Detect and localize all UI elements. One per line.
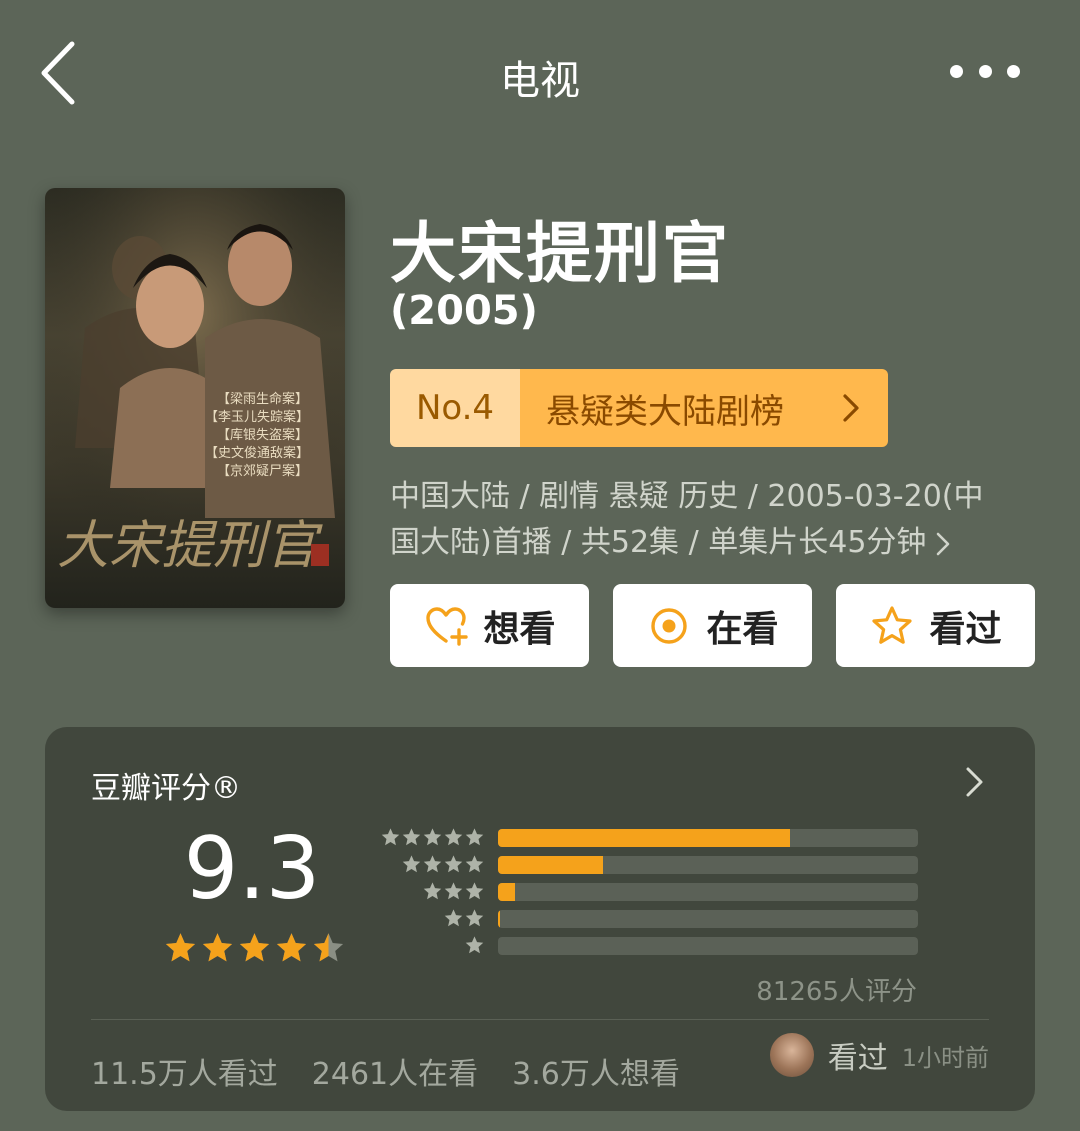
distribution-row	[375, 852, 935, 879]
distribution-bar-fill	[498, 883, 515, 901]
poster-artwork: 【梁雨生命案】 【李玉儿失踪案】 【库银失盗案】 【史文俊通敌案】 【京郊疑尸案…	[45, 188, 345, 608]
recent-activity[interactable]: 看过 1小时前	[769, 1033, 989, 1077]
audience-stats: 11.5万人看过 2461人在看 3.6万人想看	[91, 1049, 680, 1093]
poster-case-4: 【史文俊通敌案】	[205, 446, 309, 461]
star-icon	[465, 855, 484, 873]
star-icon	[465, 828, 484, 846]
star-icon	[423, 855, 442, 873]
distribution-stars	[464, 935, 485, 956]
star-outline-icon	[872, 605, 913, 644]
distribution-bar-track	[498, 883, 918, 901]
watching-button[interactable]: 在看	[613, 584, 812, 667]
star-icon	[444, 909, 463, 927]
distribution-bar-track	[498, 829, 918, 847]
rating-distribution	[375, 825, 935, 960]
star-icon	[276, 933, 307, 962]
star-icon	[202, 933, 233, 962]
star-icon	[239, 933, 270, 962]
rating-stars	[163, 931, 346, 966]
want-count[interactable]: 3.6万人想看	[512, 1049, 680, 1093]
page-title: 电视	[500, 58, 580, 104]
rating-score: 9.3	[183, 819, 321, 919]
chevron-right-icon	[843, 394, 859, 422]
watching-label: 在看	[706, 608, 779, 650]
recent-status: 看过	[827, 1041, 888, 1076]
seal-stamp	[311, 544, 329, 566]
distribution-bar-fill	[498, 829, 790, 847]
heart-plus-icon	[426, 606, 469, 646]
distribution-row	[375, 879, 935, 906]
star-icon	[423, 882, 442, 900]
dot-icon	[950, 64, 963, 78]
star-icon	[444, 855, 463, 873]
distribution-row	[375, 825, 935, 852]
poster-image[interactable]: 【梁雨生命案】 【李玉儿失踪案】 【库银失盗案】 【史文俊通敌案】 【京郊疑尸案…	[45, 188, 345, 608]
show-meta-info[interactable]: 中国大陆 / 剧情 悬疑 历史 / 2005-03-20(中 国大陆)首播 / …	[390, 474, 1030, 566]
star-icon	[465, 936, 484, 954]
distribution-stars	[380, 827, 485, 848]
meta-line-2: 国大陆)首播 / 共52集 / 单集片长45分钟	[390, 525, 927, 560]
distribution-bar-track	[498, 937, 918, 955]
distribution-stars	[422, 881, 485, 902]
distribution-stars	[443, 908, 485, 929]
distribution-row	[375, 906, 935, 933]
star-icon	[165, 933, 196, 962]
watched-label: 看过	[929, 608, 1002, 650]
star-icon	[381, 828, 400, 846]
star-icon	[465, 909, 484, 927]
poster-case-1: 【梁雨生命案】	[217, 391, 308, 407]
poster-case-2: 【李玉儿失踪案】	[205, 410, 309, 425]
action-buttons: 想看 在看 看过	[390, 584, 1035, 667]
recent-time: 1小时前	[901, 1043, 989, 1072]
poster-case-3: 【库银失盗案】	[217, 427, 308, 443]
rank-list-name: 悬疑类大陆剧榜	[520, 369, 888, 447]
dot-icon	[978, 64, 992, 78]
star-icon	[423, 828, 442, 846]
divider	[91, 1019, 989, 1020]
more-options-button[interactable]	[950, 56, 1020, 86]
distribution-row	[375, 933, 935, 960]
show-year: (2005)	[390, 288, 538, 334]
watched-count[interactable]: 11.5万人看过	[91, 1049, 278, 1093]
rank-number: No.4	[390, 369, 520, 447]
distribution-bar-fill	[498, 910, 501, 928]
star-icon	[313, 933, 344, 962]
nav-bar: 电视	[0, 0, 1080, 150]
ranking-badge[interactable]: No.4 悬疑类大陆剧榜	[390, 369, 888, 447]
show-title: 大宋提刑官	[390, 215, 730, 292]
poster-calligraphy: 大宋提刑官	[57, 516, 323, 576]
avatar	[769, 1033, 814, 1077]
star-icon	[402, 855, 421, 873]
dot-icon	[1007, 64, 1020, 78]
distribution-bar-track	[498, 910, 918, 928]
meta-line-1: 中国大陆 / 剧情 悬疑 历史 / 2005-03-20(中	[390, 479, 984, 514]
target-circle-icon	[651, 607, 688, 644]
watched-button[interactable]: 看过	[836, 584, 1035, 667]
chevron-right-icon[interactable]	[965, 765, 985, 799]
star-icon	[402, 828, 421, 846]
meta-line-2-wrap: 国大陆)首播 / 共52集 / 单集片长45分钟	[390, 520, 1030, 566]
chevron-right-icon	[937, 532, 950, 555]
rating-title: 豆瓣评分®	[91, 771, 241, 806]
rating-card[interactable]: 豆瓣评分® 9.3 81265人评分 11.5万人看过 2461人在看 3.6万…	[45, 727, 1035, 1111]
want-to-watch-button[interactable]: 想看	[390, 584, 589, 667]
rater-count: 81265人评分	[756, 977, 917, 1007]
poster-case-5: 【京郊疑尸案】	[217, 463, 308, 479]
want-to-watch-label: 想看	[483, 608, 556, 650]
distribution-bar-fill	[498, 856, 603, 874]
watching-count[interactable]: 2461人在看	[312, 1049, 478, 1093]
distribution-bar-track	[498, 856, 918, 874]
star-icon	[444, 882, 463, 900]
star-icon	[465, 882, 484, 900]
distribution-stars	[401, 854, 485, 875]
star-icon	[444, 828, 463, 846]
